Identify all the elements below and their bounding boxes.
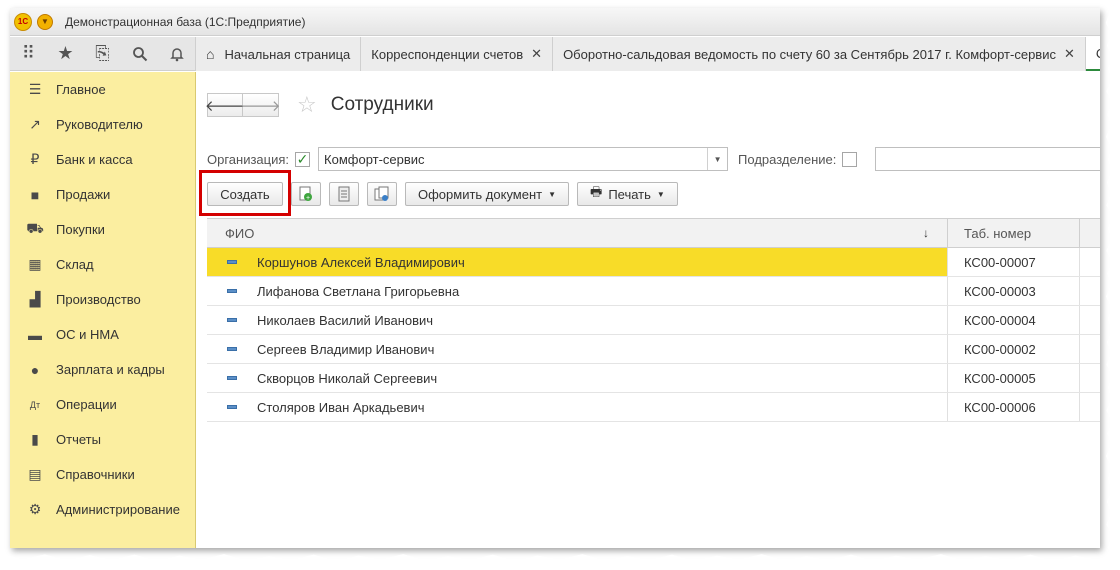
gear-icon: ⚙ [28, 501, 42, 517]
window-title: Демонстрационная база (1С:Предприятие) [65, 14, 306, 29]
trend-icon: ↗ [29, 116, 41, 132]
column-tab-number[interactable]: Таб. номер [947, 219, 1079, 247]
app-window: 1С ▼ Демонстрационная база (1С:Предприят… [10, 8, 1100, 548]
books-icon: ▤ [28, 466, 42, 482]
tab-home[interactable]: ⌂ Начальная страница [196, 37, 362, 71]
app-logo: 1С [14, 12, 32, 31]
sidebar-item-admin[interactable]: ⚙ Администрирование [10, 492, 195, 527]
apps-grid-icon[interactable]: ⠿ [10, 37, 47, 71]
make-document-button[interactable]: Оформить документ ▼ [405, 182, 570, 206]
sidebar-item-warehouse[interactable]: ▦ Склад [10, 247, 195, 282]
sidebar-item-purchases[interactable]: ⛟ Покупки [10, 212, 195, 247]
filter-bar: Организация: ✓ Комфорт-сервис ▼ Подразде… [207, 147, 1100, 171]
org-checkbox[interactable]: ✓ [295, 151, 311, 167]
sidebar-item-manager[interactable]: ↗ Руководителю [10, 107, 195, 142]
star-icon[interactable]: ★ [47, 37, 84, 71]
forward-button[interactable]: 🡒 [240, 93, 281, 117]
home-icon: ⌂ [206, 46, 215, 62]
panel-tools: ⠿ ★ ⎘ [10, 37, 196, 70]
org-select[interactable]: Комфорт-сервис ▼ [318, 147, 729, 171]
page-header: 🡐 🡒 ☆ Сотрудники [205, 92, 434, 118]
tab-correspondence[interactable]: Корреспонденции счетов ✕ [361, 37, 554, 71]
sidebar: ☰ Главное ↗ Руководителю ₽ Банк и касса ■ Пр… [10, 72, 196, 548]
back-button[interactable]: 🡐 [205, 93, 245, 117]
table-row[interactable]: Лифанова Светлана Григорьевна КС00-00003 [207, 277, 1100, 306]
division-select[interactable] [875, 147, 1100, 171]
table-row[interactable]: Скворцов Николай Сергеевич КС00-00005 [207, 364, 1100, 393]
table-row[interactable]: Николаев Василий Иванович КС00-00004 [207, 306, 1100, 335]
tab-balance-sheet[interactable]: Оборотно-сальдовая ведомость по счету 60… [553, 37, 1086, 71]
bell-icon[interactable] [158, 37, 195, 71]
sidebar-item-assets[interactable]: ▬ ОС и НМА [10, 317, 195, 352]
printer-icon: 🖶 [590, 184, 603, 199]
copy-add-icon[interactable]: + [291, 182, 321, 206]
menu-lines-icon: ☰ [28, 81, 42, 97]
close-icon[interactable]: ✕ [1064, 46, 1075, 62]
item-icon [227, 405, 237, 409]
employees-table: ФИО ↓ Таб. номер Коршунов Алексей Владими… [207, 218, 1100, 422]
sidebar-item-production[interactable]: ▟ Производство [10, 282, 195, 317]
sidebar-item-salary[interactable]: ● Зарплата и кадры [10, 352, 195, 387]
title-bar: 1С ▼ Демонстрационная база (1С:Предприят… [10, 8, 1100, 36]
command-bar: Создать + Оформить документ ▼ 🖶 Печать ▼ [199, 170, 686, 216]
tab-label: Со [1096, 46, 1100, 61]
sidebar-item-operations[interactable]: Дт Операции [10, 387, 195, 422]
main-menu-button[interactable]: ▼ [37, 13, 53, 30]
warehouse-icon: ▦ [28, 256, 42, 272]
ruble-coin-icon: ₽ [30, 151, 40, 167]
sidebar-item-reports[interactable]: ▮ Отчеты [10, 422, 195, 457]
factory-icon: ▟ [29, 291, 41, 307]
svg-text:+: + [306, 195, 310, 202]
org-label: Организация: [207, 151, 290, 167]
item-icon [227, 260, 237, 264]
table-row[interactable]: Сергеев Владимир Иванович КС00-00002 [207, 335, 1100, 364]
history-icon[interactable]: ⎘ [84, 37, 121, 71]
sidebar-item-main[interactable]: ☰ Главное [10, 72, 195, 107]
list-icon[interactable] [329, 182, 359, 206]
sidebar-item-sales[interactable]: ■ Продажи [10, 177, 195, 212]
chevron-down-icon: ▼ [548, 189, 557, 199]
bar-chart-icon: ▮ [31, 431, 39, 447]
table-row[interactable]: Столяров Иван Аркадьевич КС00-00006 [207, 393, 1100, 422]
item-icon [227, 347, 237, 351]
page-title: Сотрудники [330, 94, 434, 115]
cart-icon: ⛟ [26, 220, 44, 236]
truck-icon: ▬ [28, 326, 42, 343]
table-row[interactable]: Коршунов Алексей Владимирович КС00-00007 [207, 248, 1100, 277]
item-icon [227, 289, 237, 293]
tab-label: Оборотно-сальдовая ведомость по счету 60… [563, 46, 1056, 62]
search-icon[interactable] [121, 37, 158, 71]
sidebar-item-bank[interactable]: ₽ Банк и касса [10, 142, 195, 177]
sidebar-item-directories[interactable]: ▤ Справочники [10, 457, 195, 492]
item-icon [227, 376, 237, 380]
torn-edge-right [1105, 0, 1120, 570]
tab-label: Начальная страница [224, 46, 351, 62]
chevron-down-icon[interactable]: ▼ [707, 148, 727, 170]
documents-icon[interactable] [367, 182, 397, 206]
division-checkbox[interactable] [842, 151, 858, 167]
item-icon [227, 318, 237, 322]
tab-bar: ⠿ ★ ⎘ ⌂ Начальная страница Корреспонденц… [10, 37, 1100, 71]
chevron-down-icon: ▼ [656, 189, 665, 199]
main-content: 🡐 🡒 ☆ Сотрудники Организация: ✓ Комфорт-… [197, 72, 1100, 548]
sort-arrow-icon: ↓ [923, 226, 929, 240]
tab-label: Корреспонденции счетов [371, 46, 524, 62]
person-icon: ● [30, 361, 40, 378]
print-button[interactable]: 🖶 Печать ▼ [577, 182, 678, 206]
shopping-bag-icon: ■ [30, 186, 40, 203]
column-fio[interactable]: ФИО ↓ [207, 219, 947, 247]
column-extra [1079, 219, 1100, 247]
tab-employees[interactable]: Со [1085, 37, 1100, 71]
close-icon[interactable]: ✕ [531, 46, 542, 62]
dt-kt-icon: Дт [29, 399, 41, 410]
highlight-frame [199, 170, 291, 216]
favorite-star-icon[interactable]: ☆ [297, 92, 317, 118]
org-value: Комфорт-сервис [324, 151, 425, 167]
division-label: Подразделение: [738, 151, 837, 167]
torn-edge-bottom [0, 553, 1120, 570]
table-header: ФИО ↓ Таб. номер [207, 218, 1100, 248]
